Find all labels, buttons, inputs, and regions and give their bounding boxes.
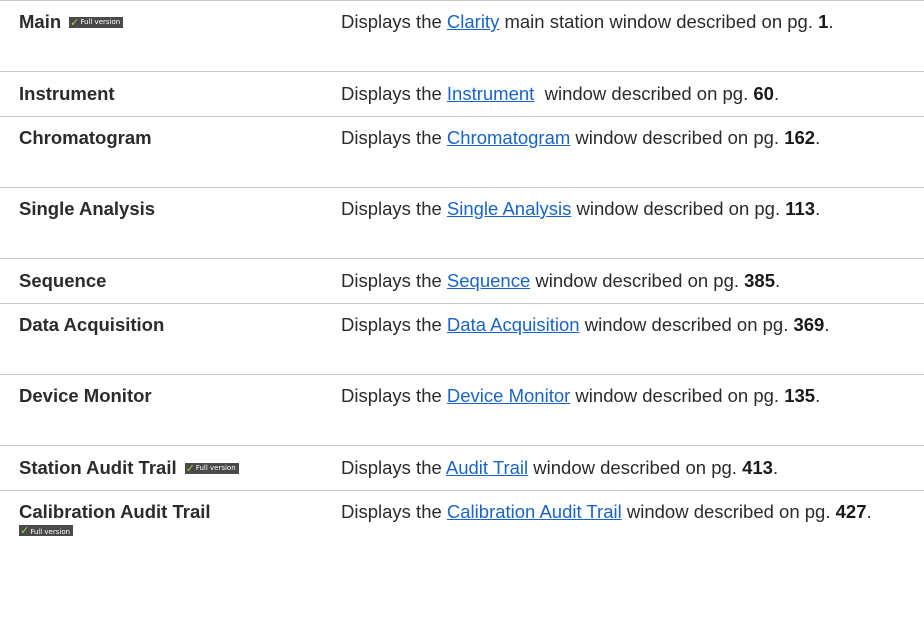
window-name-cell: Instrument [0,81,320,116]
window-name: Device Monitor [19,385,152,406]
table-row: Instrument Displays the Instrument windo… [0,72,924,117]
description-text: Displays the [341,127,447,148]
table-row: Main ✓ Full version Displays the Clarity m… [0,1,924,72]
description-text: window described on pg. [534,83,754,104]
window-name: Calibration Audit Trail [19,501,211,522]
description-text: Displays the [341,314,447,335]
checkmark-icon: ✓ [20,524,30,537]
description-text: window described on pg. [570,385,785,406]
window-name: Sequence [19,270,107,291]
window-name: Instrument [19,83,115,104]
window-name-cell: Data Acquisition [0,312,320,374]
window-name: Main [19,11,62,32]
link-instrument[interactable]: Instrument [447,83,534,104]
description-text: . [866,501,872,522]
window-name-cell: Station Audit Trail ✓ Full version [0,455,320,490]
description-text: . [824,314,830,335]
link-sequence[interactable]: Sequence [447,270,530,291]
window-name: Station Audit Trail [19,457,177,478]
page-number: 113 [785,198,816,219]
checkmark-icon: ✓ [70,16,80,29]
table-row: Data Acquisition Displays the Data Acqui… [0,304,924,375]
window-name: Data Acquisition [19,314,165,335]
description-text: Displays the [341,501,447,522]
table-row: Sequence Displays the Sequence window de… [0,259,924,304]
link-chromatogram[interactable]: Chromatogram [447,127,570,148]
description-cell: Displays the Audit Trail window describe… [320,455,924,490]
description-cell: Displays the Device Monitor window descr… [320,383,924,445]
page-number: 385 [744,270,776,291]
description-cell: Displays the Calibration Audit Trail win… [320,499,924,560]
page-number: 1 [818,11,829,32]
link-clarity[interactable]: Clarity [447,11,499,32]
link-data-acquisition[interactable]: Data Acquisition [447,314,580,335]
window-name-cell: Single Analysis [0,196,320,258]
page-number: 413 [742,457,773,478]
table-row: Calibration Audit Trail ✓Full version Dis… [0,491,924,560]
page-number: 135 [784,385,816,406]
description-text: Displays the [341,385,447,406]
description-text: . [828,11,834,32]
table-row: Chromatogram Displays the Chromatogram w… [0,117,924,188]
description-cell: Displays the Instrument window described… [320,81,924,116]
description-cell: Displays the Sequence window described o… [320,268,924,303]
full-version-badge: ✓Full version [184,462,239,475]
full-version-badge: ✓Full version [69,16,124,29]
description-cell: Displays the Clarity main station window… [320,9,924,71]
page-number: 369 [793,314,825,335]
description-text: Displays the [341,198,447,219]
window-name: Single Analysis [19,198,156,219]
window-name-cell: Sequence [0,268,320,303]
full-version-badge: ✓Full version [19,524,74,537]
link-device-monitor[interactable]: Device Monitor [447,385,570,406]
badge-label: Full version [195,464,236,472]
description-cell: Displays the Single Analysis window desc… [320,196,924,258]
description-text: Displays the [341,83,447,104]
table-row: Device Monitor Displays the Device Monit… [0,375,924,446]
window-reference-table: Main ✓ Full version Displays the Clarity m… [0,0,924,560]
description-text: . [815,127,821,148]
page-number: 60 [753,83,774,104]
description-text: window described on pg. [579,314,794,335]
description-text: window described on pg. [530,270,745,291]
link-audit-trail[interactable]: Audit Trail [446,457,528,478]
window-name-cell: Main ✓ Full version [0,9,320,71]
link-single-analysis[interactable]: Single Analysis [447,198,571,219]
badge-label: Full version [80,18,121,26]
description-text: . [772,457,779,478]
badge-label: Full version [30,528,71,536]
description-text: window described on pg. [570,127,785,148]
description-text: . [775,270,781,291]
link-calibration-audit-trail[interactable]: Calibration Audit Trail [447,501,622,522]
description-text: main station window described on pg. [499,11,819,32]
window-name-cell: Chromatogram [0,125,320,187]
description-text: . [773,83,780,104]
page-number: 427 [835,501,867,522]
page-number: 162 [784,127,816,148]
description-text: window described on pg. [621,501,836,522]
window-name-cell: Device Monitor [0,383,320,445]
description-cell: Displays the Data Acquisition window des… [320,312,924,374]
description-text: Displays the [341,270,447,291]
description-cell: Displays the Chromatogram window describ… [320,125,924,187]
window-name: Chromatogram [19,127,152,148]
description-text: . [815,385,821,406]
checkmark-icon: ✓ [185,462,195,475]
description-text: Displays the [341,11,447,32]
description-text: . [815,198,821,219]
table-row: Station Audit Trail ✓ Full version Display… [0,446,924,491]
window-name-cell: Calibration Audit Trail ✓Full version [0,499,320,560]
description-text: Displays the [341,457,446,478]
table-row: Single Analysis Displays the Single Anal… [0,188,924,259]
description-text: window described on pg. [528,457,743,478]
description-text: window described on pg. [571,198,786,219]
